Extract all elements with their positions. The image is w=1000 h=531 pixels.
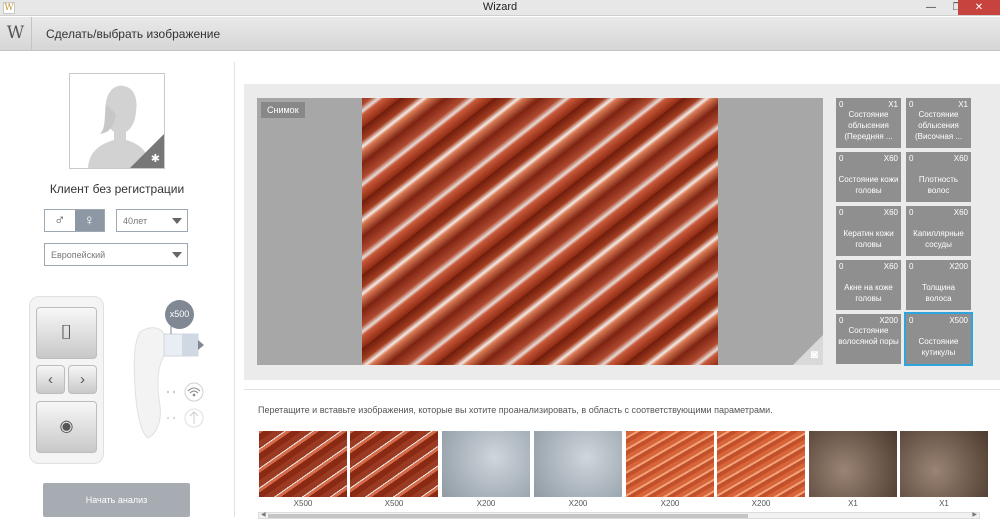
tile-parameter[interactable]: 0 X60 Кератин кожи головы xyxy=(836,206,901,256)
page-title: Сделать/выбрать изображение xyxy=(46,27,221,41)
thumbnail[interactable] xyxy=(259,431,347,497)
capture-button[interactable]: ⌷ xyxy=(36,307,97,359)
camera-preview: Снимок ◙ xyxy=(257,98,823,365)
chevron-down-icon xyxy=(172,252,182,258)
thumbnail-zoom: X200 xyxy=(751,499,771,508)
male-button[interactable]: ♂ xyxy=(45,210,75,231)
start-analysis-button[interactable]: Начать анализ xyxy=(43,483,190,517)
capture-corner xyxy=(793,335,823,365)
chevron-down-icon xyxy=(172,218,182,224)
tile-parameter-selected[interactable]: 0 X500 Состояние кутикулы xyxy=(904,312,973,366)
age-value: 40лет xyxy=(123,216,148,226)
thumbnail-zoom: X200 xyxy=(476,499,496,508)
title-bar: W Wizard — ❐ ✕ xyxy=(0,0,1000,16)
thumbnail-zoom: X1 xyxy=(848,499,858,508)
tile-parameter[interactable]: 0 X200 Толщина волоса xyxy=(906,260,971,310)
connection-icons xyxy=(167,382,204,428)
panel-divider xyxy=(234,62,235,517)
thumbnail-zoom: X200 xyxy=(568,499,588,508)
thumbnail[interactable] xyxy=(350,431,438,497)
female-button[interactable]: ♀ xyxy=(74,210,104,231)
tile-parameter[interactable]: 0 X60 Акне на коже головы xyxy=(836,260,901,310)
chevron-left-icon: ‹ xyxy=(48,371,53,388)
prev-button[interactable]: ‹ xyxy=(36,365,65,394)
thumbnail[interactable] xyxy=(900,431,988,497)
chevron-right-icon: › xyxy=(80,371,85,388)
thumbnail[interactable] xyxy=(626,431,714,497)
camera-icon: ⌷ xyxy=(60,322,73,344)
window-title: Wizard xyxy=(482,1,518,13)
scrollbar-thumb[interactable] xyxy=(268,514,748,518)
thumbnail[interactable] xyxy=(809,431,897,497)
app-header: W Сделать/выбрать изображение xyxy=(0,17,1000,51)
thumbnail-zoom: X500 xyxy=(384,499,404,508)
tile-parameter[interactable]: 0 X1 Состояние облысения (Височная ... xyxy=(906,98,971,148)
minimize-button[interactable]: — xyxy=(918,0,944,15)
snapshot-label: Снимок xyxy=(261,102,305,118)
thumbnail-scrollbar[interactable]: ◀ ▶ xyxy=(258,512,980,519)
thumbnail-zoom: X1 xyxy=(939,499,949,508)
record-button[interactable]: ◉ xyxy=(36,401,97,453)
zoom-badge: x500 xyxy=(165,300,194,329)
app-logo: W xyxy=(0,17,32,51)
thumbnail-zoom: X200 xyxy=(660,499,680,508)
record-icon: ◉ xyxy=(59,418,74,435)
scroll-left-icon[interactable]: ◀ xyxy=(261,511,266,518)
avatar[interactable]: ✱ xyxy=(69,73,165,169)
gear-icon[interactable]: ✱ xyxy=(151,152,160,165)
tile-parameter[interactable]: 0 X60 Состояние кожи головы xyxy=(836,152,901,202)
gender-toggle: ♂ ♀ xyxy=(44,209,105,232)
microscope-image xyxy=(362,98,718,365)
thumbnail-zoom: X500 xyxy=(293,499,313,508)
client-panel: ✱ Клиент без регистрации ♂ ♀ 40лет Европ… xyxy=(0,52,234,531)
scroll-right-icon[interactable]: ▶ xyxy=(972,511,977,518)
tile-parameter[interactable]: 0 X1 Состояние облысения (Передняя ... xyxy=(836,98,901,148)
tile-parameter[interactable]: 0 X60 Капиллярные сосуды xyxy=(906,206,971,256)
thumbnail[interactable] xyxy=(534,431,622,497)
client-name: Клиент без регистрации xyxy=(49,182,185,196)
next-button[interactable]: › xyxy=(68,365,97,394)
drag-instructions: Перетащите и вставьте изображения, котор… xyxy=(258,405,773,415)
device-remote: ⌷ ‹ › ◉ xyxy=(29,296,104,464)
tile-parameter[interactable]: 0 X200 Состояние волосяной поры xyxy=(836,314,901,364)
thumbnail[interactable] xyxy=(442,431,530,497)
ethnicity-select[interactable]: Европейский xyxy=(44,243,188,266)
section-divider xyxy=(244,389,1000,390)
close-button[interactable]: ✕ xyxy=(958,0,1000,15)
age-select[interactable]: 40лет xyxy=(116,209,188,232)
ethnicity-value: Европейский xyxy=(51,250,106,260)
thumbnail[interactable] xyxy=(717,431,805,497)
camera-icon[interactable]: ◙ xyxy=(811,347,818,361)
tile-parameter[interactable]: 0 X60 Плотность волос xyxy=(906,152,971,202)
